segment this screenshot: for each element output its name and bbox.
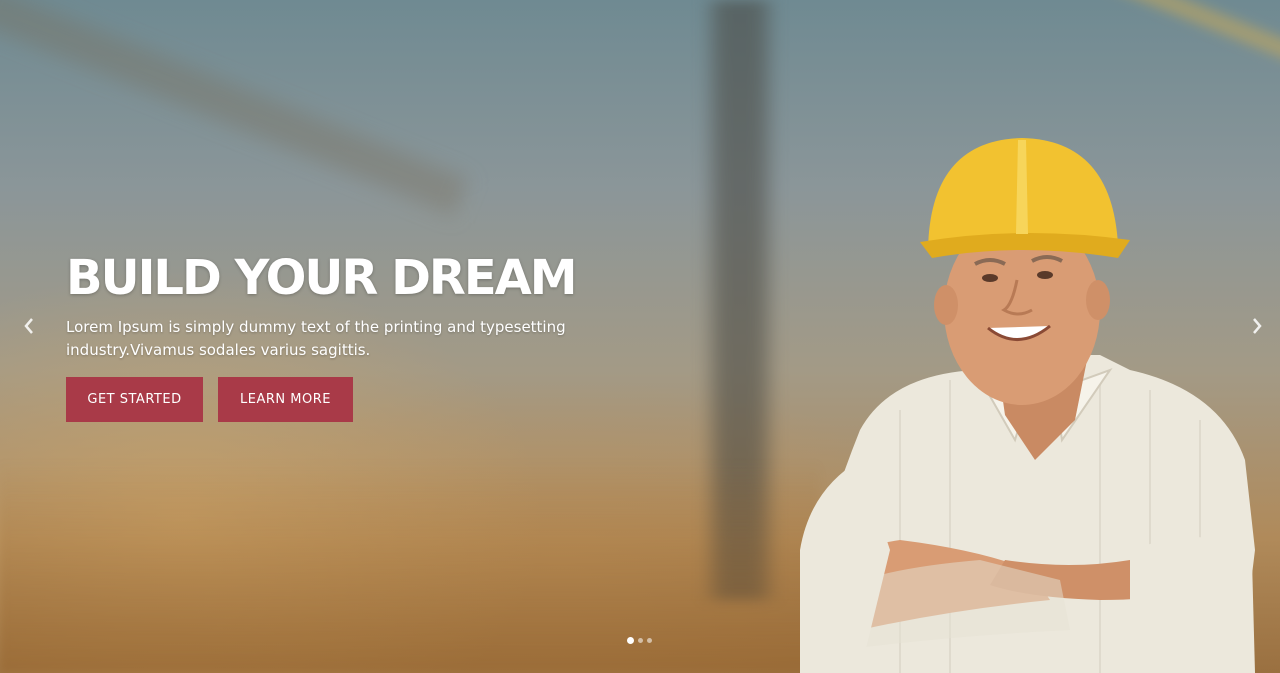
background-blur-crane-left <box>0 0 469 216</box>
hero-content: BUILD YOUR DREAM Lorem Ipsum is simply d… <box>66 250 626 422</box>
hero-subtitle: Lorem Ipsum is simply dummy text of the … <box>66 318 566 359</box>
slide-pagination <box>627 637 652 644</box>
hero-buttons: GET STARTED LEARN MORE <box>66 377 626 422</box>
prev-slide-button[interactable] <box>17 313 41 339</box>
hero-title: BUILD YOUR DREAM <box>66 250 578 306</box>
slide-dot-2[interactable] <box>638 638 643 643</box>
slide-dot-3[interactable] <box>647 638 652 643</box>
slide-dot-1[interactable] <box>627 637 634 644</box>
background-blur-crane-right <box>1086 0 1280 77</box>
construction-worker-image <box>800 138 1255 673</box>
learn-more-button[interactable]: LEARN MORE <box>218 377 353 422</box>
get-started-button[interactable]: GET STARTED <box>66 377 203 422</box>
background-blur-construction-site <box>0 460 820 673</box>
chevron-left-icon <box>24 318 33 334</box>
hero-slider: BUILD YOUR DREAM Lorem Ipsum is simply d… <box>0 0 1280 673</box>
